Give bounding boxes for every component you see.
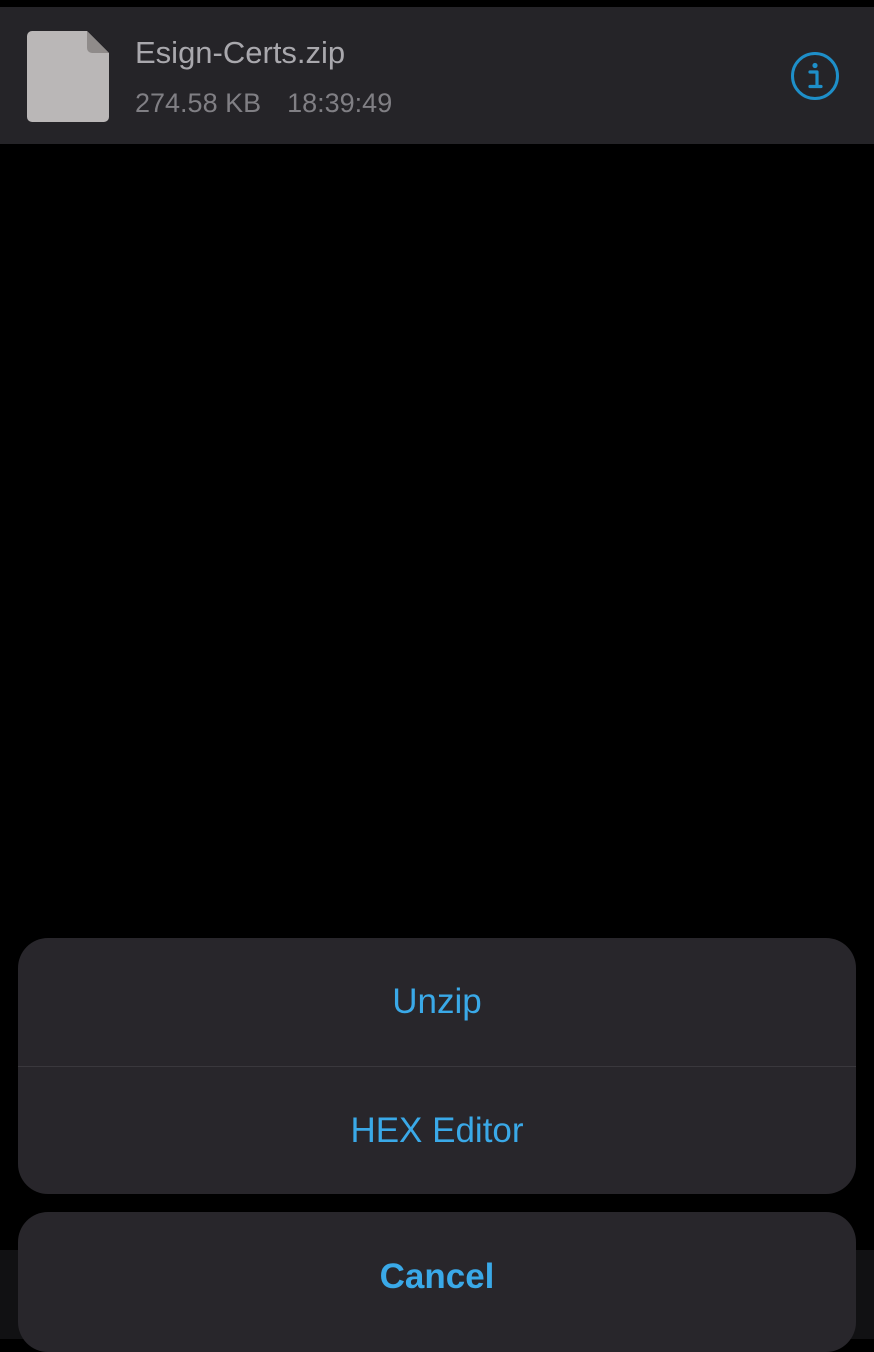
cancel-sheet: Cancel bbox=[18, 1212, 856, 1352]
info-icon[interactable] bbox=[790, 51, 840, 101]
file-time: 18:39:49 bbox=[287, 88, 393, 118]
top-strip bbox=[0, 0, 874, 7]
hex-editor-button[interactable]: HEX Editor bbox=[18, 1067, 856, 1194]
file-size: 274.58 KB bbox=[135, 88, 262, 118]
cancel-button[interactable]: Cancel bbox=[18, 1212, 856, 1342]
file-list-item[interactable]: Esign-Certs.zip 274.58 KB 18:39:49 bbox=[0, 7, 874, 144]
file-meta: 274.58 KB 18:39:49 bbox=[135, 88, 392, 119]
action-sheet: Unzip HEX Editor bbox=[18, 938, 856, 1194]
file-name: Esign-Certs.zip bbox=[135, 35, 346, 70]
unzip-button[interactable]: Unzip bbox=[18, 938, 856, 1066]
document-icon bbox=[27, 31, 109, 122]
